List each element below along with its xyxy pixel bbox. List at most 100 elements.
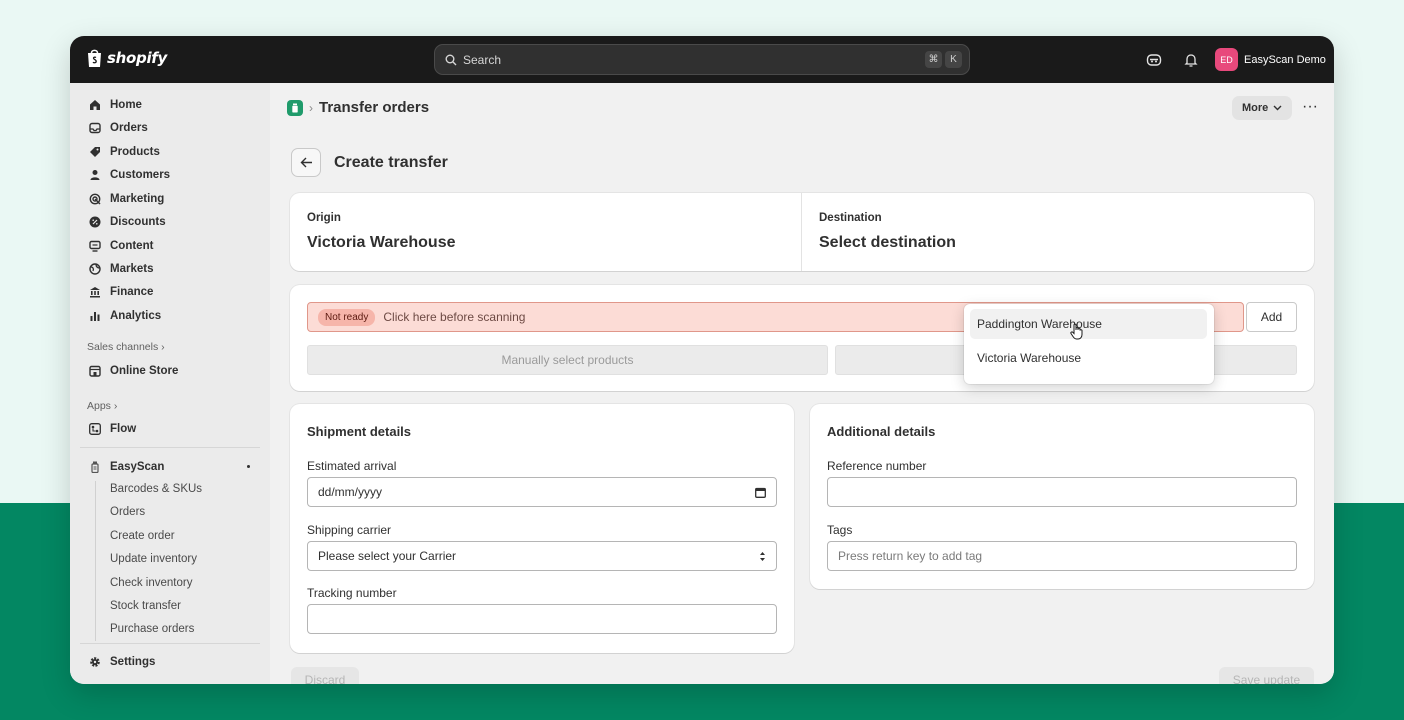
sidebar-item-flow[interactable]: Flow [88, 421, 136, 437]
chevron-right-icon: › [113, 400, 118, 412]
sidebar-subitem-purchase-orders[interactable]: Purchase orders [110, 623, 194, 635]
arrival-label: Estimated arrival [307, 459, 397, 473]
discard-button[interactable]: Discard [291, 667, 359, 684]
origin-label: Origin [307, 212, 341, 224]
cmd-key: ⌘ [925, 51, 942, 68]
additional-title: Additional details [827, 424, 936, 439]
tracking-input[interactable] [307, 604, 777, 634]
sidebar-item-label: Customers [110, 169, 171, 181]
sidebar-item-online-store[interactable]: Online Store [88, 363, 178, 379]
sidebar-item-label: Discounts [110, 216, 166, 228]
chevron-down-icon [1273, 105, 1282, 111]
shopify-logo[interactable]: shopify [86, 48, 167, 68]
sidebar-item-discounts[interactable]: Discounts [88, 214, 166, 230]
status-badge: Not ready [318, 308, 376, 326]
user-menu[interactable]: ED EasyScan Demo [1215, 48, 1326, 71]
sidebar-item-label: Content [110, 240, 154, 252]
gear-icon [88, 655, 102, 669]
hand-cursor-icon [1070, 323, 1083, 340]
sidebar-item-label: Online Store [110, 365, 179, 377]
discount-icon [88, 215, 102, 229]
bank-icon [88, 285, 102, 299]
monitor-icon [88, 239, 102, 253]
sales-channels-section[interactable]: Sales channels › [87, 341, 165, 353]
brand-name: shopify [107, 49, 167, 67]
page-title: Create transfer [334, 154, 448, 171]
sidebar-item-content[interactable]: Content [88, 238, 153, 254]
carrier-value: Please select your Carrier [318, 549, 457, 563]
globe-icon [88, 262, 102, 276]
sidebar-item-settings[interactable]: Settings [88, 654, 155, 670]
tags-input[interactable]: Press return key to add tag [827, 541, 1297, 571]
sidebar-item-label: Marketing [110, 193, 165, 205]
reference-label: Reference number [827, 459, 927, 473]
subnav-line [95, 481, 96, 641]
person-icon [88, 168, 102, 182]
carrier-select[interactable]: Please select your Carrier [307, 541, 777, 571]
sidebar-item-label: Finance [110, 286, 154, 298]
sidebar-subitem-stock-transfer[interactable]: Stock transfer [110, 600, 181, 612]
sidebar-item-label: Markets [110, 263, 154, 275]
destination-select[interactable]: Select destination [819, 234, 956, 252]
sidebar-divider [80, 447, 260, 448]
carrier-label: Shipping carrier [307, 523, 392, 537]
sidebar-subitem-check-inventory[interactable]: Check inventory [110, 577, 192, 589]
scanner-icon [88, 460, 102, 474]
sidebar-item-analytics[interactable]: Analytics [88, 308, 161, 324]
origin-value[interactable]: Victoria Warehouse [307, 234, 456, 252]
sidebar-subitem-orders[interactable]: Orders [110, 506, 145, 518]
home-icon [88, 98, 102, 112]
search-input[interactable]: Search ⌘ K [434, 44, 970, 75]
sidekick-icon[interactable] [1146, 52, 1162, 68]
store-icon [88, 364, 102, 378]
search-icon [445, 54, 457, 65]
dropdown-option-paddington[interactable]: Paddington Warehouse [970, 309, 1207, 340]
sidebar-item-markets[interactable]: Markets [88, 261, 153, 277]
easyscan-app-icon[interactable] [287, 99, 303, 116]
shopify-bag-icon [88, 49, 101, 67]
sidebar-item-label: Analytics [110, 310, 162, 322]
sidebar-item-products[interactable]: Products [88, 144, 160, 160]
sidebar-item-finance[interactable]: Finance [88, 284, 153, 300]
sidebar-subitem-barcodes[interactable]: Barcodes & SKUs [110, 483, 202, 495]
inbox-icon [88, 121, 102, 135]
overflow-menu-button[interactable]: ··· [1300, 97, 1320, 117]
manual-select-button[interactable]: Manually select products [307, 345, 828, 375]
sidebar-item-orders[interactable]: Orders [88, 120, 148, 136]
flow-icon [88, 422, 102, 436]
sidebar-item-label: EasyScan [110, 461, 165, 473]
sidebar-item-home[interactable]: Home [88, 97, 142, 113]
user-name: EasyScan Demo [1244, 53, 1326, 66]
sidebar-subitem-update-inventory[interactable]: Update inventory [110, 553, 197, 565]
back-button[interactable] [291, 148, 321, 177]
reference-input[interactable] [827, 477, 1297, 507]
shipment-title: Shipment details [307, 424, 412, 439]
tags-placeholder: Press return key to add tag [838, 549, 983, 563]
sidebar-item-label: Settings [110, 656, 156, 668]
sidebar-item-easyscan[interactable]: EasyScan [88, 459, 164, 475]
card-divider [801, 193, 802, 271]
add-button[interactable]: Add [1246, 302, 1297, 332]
chevron-right-icon: › [309, 100, 313, 115]
destination-dropdown: Paddington Warehouse Victoria Warehouse [964, 304, 1214, 384]
calendar-icon[interactable] [755, 487, 766, 498]
option-label: Victoria Warehouse [977, 351, 1082, 365]
more-button[interactable]: More [1232, 96, 1293, 120]
save-update-button[interactable]: Save update [1219, 667, 1314, 684]
avatar: ED [1215, 48, 1238, 71]
sidebar-subitem-create-order[interactable]: Create order [110, 530, 175, 542]
sidebar-item-label: Products [110, 146, 160, 158]
k-key: K [945, 51, 962, 68]
arrival-date-input[interactable]: dd/mm/yyyy [307, 477, 777, 507]
apps-section[interactable]: Apps › [87, 400, 117, 412]
sidebar-item-customers[interactable]: Customers [88, 167, 170, 183]
breadcrumb-title: Transfer orders [319, 99, 430, 116]
sidebar-item-marketing[interactable]: Marketing [88, 191, 164, 207]
dropdown-option-victoria[interactable]: Victoria Warehouse [970, 343, 1207, 373]
shipment-details-card: Shipment details Estimated arrival dd/mm… [290, 404, 794, 653]
target-icon [88, 192, 102, 206]
sidebar-item-label: Flow [110, 423, 137, 435]
bell-icon[interactable] [1183, 52, 1199, 68]
breadcrumb: › Transfer orders [287, 99, 429, 116]
more-label: More [1242, 102, 1269, 114]
